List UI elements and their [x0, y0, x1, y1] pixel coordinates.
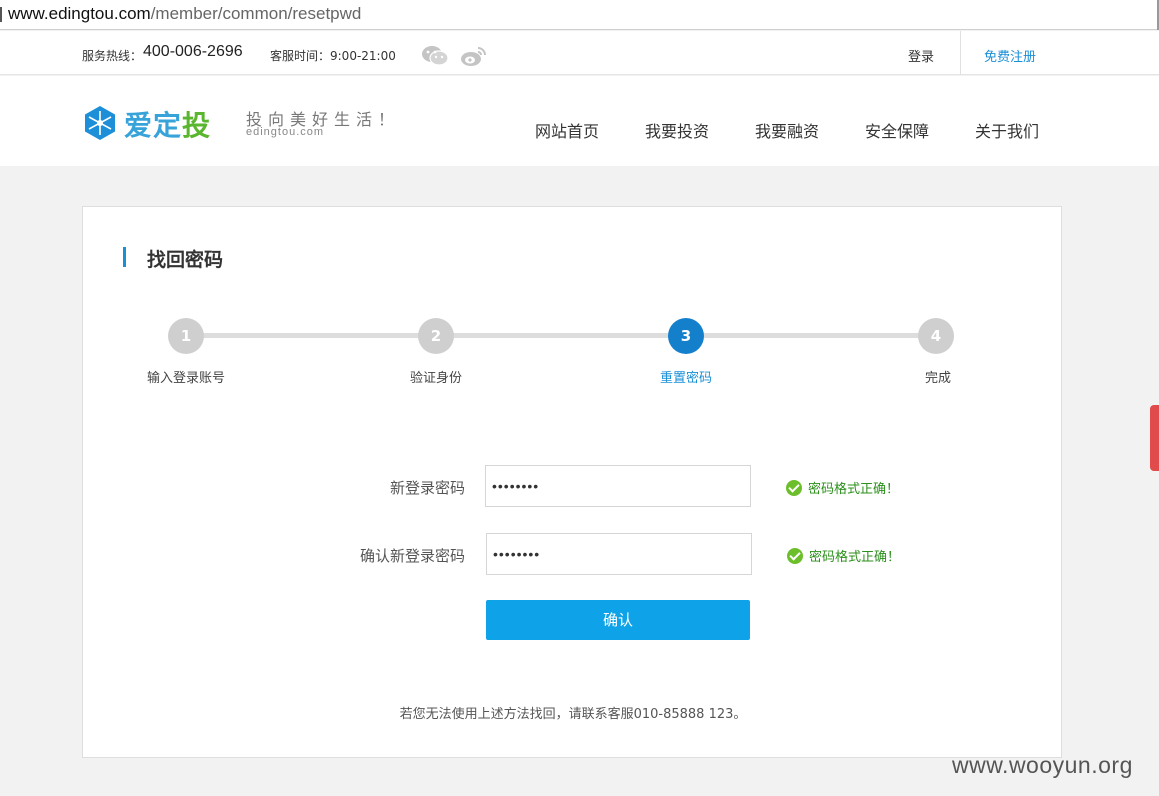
title-accent-bar	[123, 247, 126, 267]
step-1-label: 输入登录账号	[146, 371, 225, 386]
check-icon	[786, 480, 802, 496]
url-host: www.edingtou.com	[8, 4, 151, 23]
nav-home[interactable]: 网站首页	[535, 118, 599, 142]
nav-invest[interactable]: 我要投资	[645, 118, 709, 142]
logo-wordmark[interactable]: 爱定投	[124, 104, 211, 144]
help-text: 若您无法使用上述方法找回，请联系客服010-85888 123。	[399, 707, 747, 722]
confirm-button[interactable]: 确认	[486, 600, 750, 640]
logo-green-text: 投	[182, 109, 212, 142]
step-connector	[703, 333, 921, 338]
service-time: 客服时间：9:00-21:00	[270, 49, 396, 63]
wechat-icon[interactable]	[421, 45, 449, 67]
url-path: /member/common/resetpwd	[150, 4, 362, 23]
watermark: www.wooyun.org	[952, 752, 1133, 778]
step-2-circle: 2	[418, 318, 454, 354]
hotline-label: 服务热线：	[82, 49, 143, 63]
new-password-input[interactable]	[485, 465, 751, 507]
valid-text: 密码格式正确！	[808, 482, 900, 497]
top-info-strip: 服务热线： 400-006-2696 客服时间：9:00-21:00 登录 免费…	[0, 31, 1159, 75]
page-title: 找回密码	[147, 249, 224, 271]
new-password-valid-msg: 密码格式正确！	[786, 478, 899, 497]
hotline-number: 400-006-2696	[143, 43, 243, 60]
confirm-password-input[interactable]	[486, 533, 752, 575]
login-link[interactable]: 登录	[908, 46, 934, 65]
address-bar[interactable]: www.edingtou.com/member/common/resetpwd	[0, 0, 1159, 30]
divider	[960, 31, 961, 75]
confirm-password-valid-msg: 密码格式正确！	[787, 546, 900, 565]
step-4-label: 完成	[924, 371, 951, 386]
weibo-icon[interactable]	[460, 44, 488, 68]
logo-blue-text: 爱定	[124, 109, 183, 142]
step-1-circle: 1	[168, 318, 204, 354]
text-caret	[0, 7, 2, 22]
step-connector	[453, 333, 671, 338]
nav-financing[interactable]: 我要融资	[755, 118, 819, 142]
confirm-password-label: 确认新登录密码	[359, 547, 465, 565]
new-password-label: 新登录密码	[389, 479, 465, 497]
check-icon	[787, 548, 803, 564]
step-2-label: 验证身份	[409, 371, 462, 386]
step-connector	[203, 333, 421, 338]
nav-security[interactable]: 安全保障	[865, 118, 929, 142]
side-float-tab[interactable]	[1150, 405, 1159, 471]
reset-password-card: 找回密码 1 输入登录账号 2 验证身份 3 重置密码 4 完成 新登录密码 密…	[82, 206, 1062, 758]
slogan-domain: edingtou.com	[246, 126, 325, 138]
step-3-circle: 3	[668, 318, 704, 354]
register-link[interactable]: 免费注册	[984, 46, 1036, 65]
nav-about[interactable]: 关于我们	[975, 118, 1039, 142]
step-3-label: 重置密码	[659, 371, 712, 386]
logo-icon[interactable]	[82, 105, 118, 141]
site-header: 爱定投 投向美好生活！ edingtou.com 网站首页 我要投资 我要融资 …	[0, 76, 1159, 166]
valid-text: 密码格式正确！	[809, 550, 901, 565]
url-text: www.edingtou.com/member/common/resetpwd	[8, 4, 361, 24]
step-4-circle: 4	[918, 318, 954, 354]
